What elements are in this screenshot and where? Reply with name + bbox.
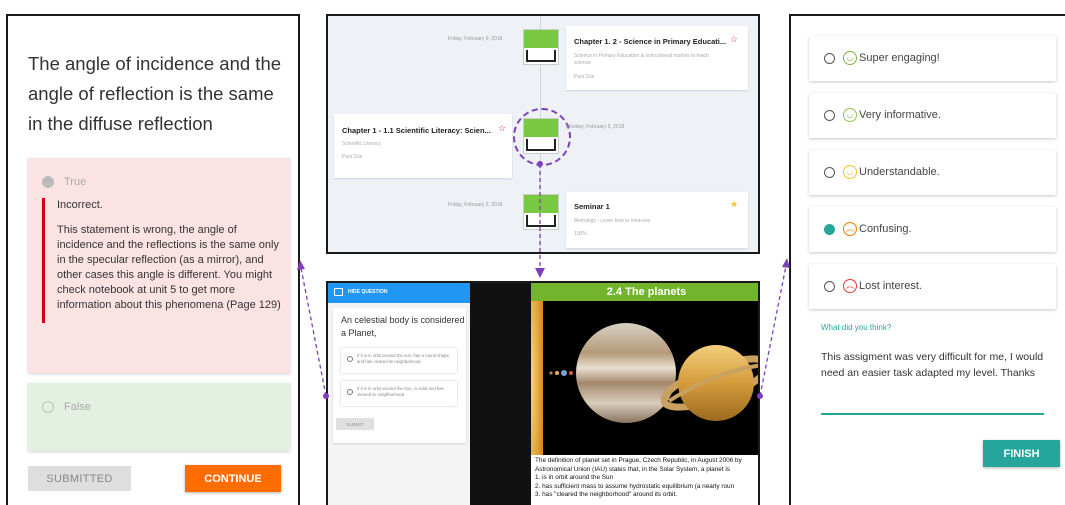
connector-arrows xyxy=(297,161,790,399)
